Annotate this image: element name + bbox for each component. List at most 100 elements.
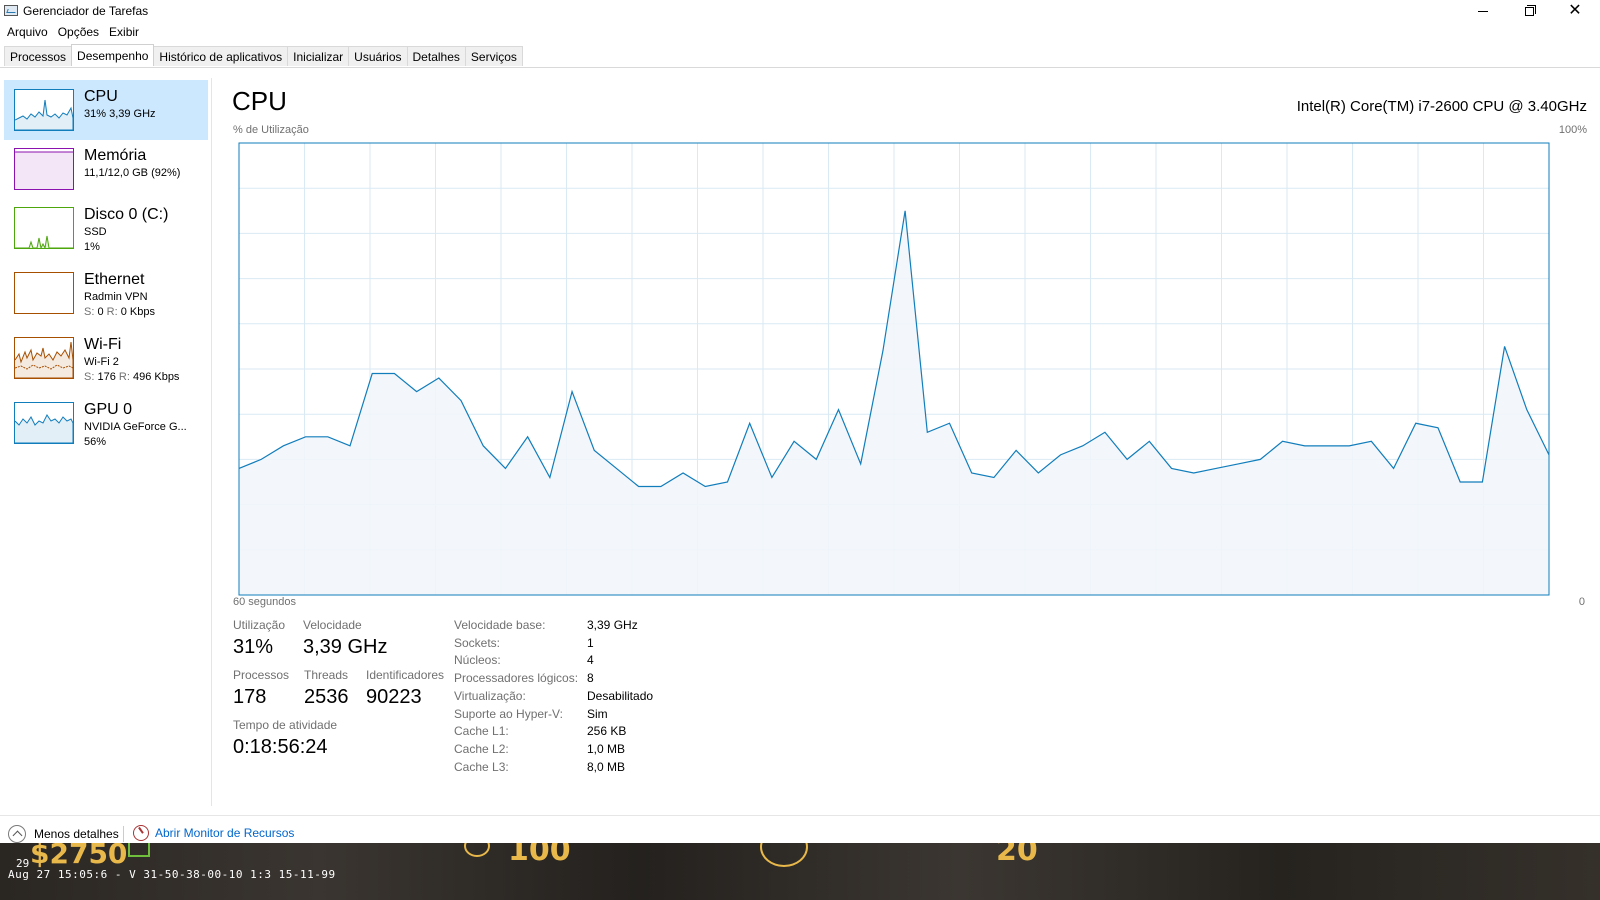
stat-utilizacao-label: Utilização [233,618,286,632]
info-key: Sockets: [454,635,501,650]
resource-monitor-label: Abrir Monitor de Recursos [155,826,295,840]
footer-separator [123,826,124,842]
sidebar-disco-title: Disco 0 (C:) [84,206,169,223]
info-value: Sim [587,706,608,721]
crosshair-emblem-icon [760,843,808,867]
stat-processos-label: Processos [233,668,290,682]
sidebar-ethernet-title: Ethernet [84,271,145,288]
minimize-icon [1478,10,1488,12]
cpu-thumbnail-graph [14,89,74,131]
wifi-thumbnail-graph [14,337,74,379]
sidebar-item-cpu[interactable]: CPU 31% 3,39 GHz [4,80,208,140]
info-value: 8,0 MB [587,759,626,774]
sidebar-wifi-title: Wi-Fi [84,336,122,353]
info-value: 256 KB [587,724,627,739]
info-row: Cache L3: 8,0 MB [454,760,854,778]
cpu-model-name: Intel(R) Core(TM) i7-2600 CPU @ 3.40GHz [1296,98,1587,115]
chart-x-end-label: 0 [1578,596,1585,608]
menu-opcoes[interactable]: Opções [58,22,107,42]
stat-identificadores-label: Identificadores [366,668,445,682]
sidebar-item-ethernet[interactable]: Ethernet Radmin VPN S: 0 R: 0 Kbps [4,263,208,323]
restore-button[interactable] [1506,0,1552,22]
hud-money: $2750 [30,843,128,870]
task-manager-icon [4,5,18,16]
chart-y-label: % de Utilização [233,124,309,136]
ethernet-thumbnail-graph [14,272,74,314]
tab-divider [0,67,1600,68]
sidebar-wifi-adapter: Wi-Fi 2 [84,356,119,368]
sidebar-item-disco[interactable]: Disco 0 (C:) SSD 1% [4,198,208,258]
background-game-hud: $2750 100 20 29 Aug 27 15:05:6 - V 31-50… [0,843,1600,900]
tab-servicos[interactable]: Serviços [464,46,523,66]
stat-threads: Threads 2536 [304,668,349,709]
info-row: Virtualização: Desabilitado [454,689,854,707]
sidebar-ethernet-adapter: Radmin VPN [84,291,148,303]
info-key: Núcleos: [454,653,501,668]
armor-icon [464,843,490,857]
info-value: 1 [587,635,594,650]
tab-historico[interactable]: Histórico de aplicativos [153,46,289,66]
info-key: Processadores lógicos: [454,671,579,686]
stat-tempo-label: Tempo de atividade [233,718,338,732]
tab-inicializar[interactable]: Inicializar [287,46,350,66]
sidebar-cpu-usage: 31% 3,39 GHz [84,108,156,120]
cpu-utilization-chart [238,142,1550,596]
resource-monitor-link[interactable]: Abrir Monitor de Recursos [133,825,294,841]
hud-ammo: 20 [996,843,1038,868]
info-value: 1,0 MB [587,741,626,756]
window-title: Gerenciador de Tarefas [23,4,149,18]
menu-exibir[interactable]: Exibir [109,22,147,42]
tab-detalhes[interactable]: Detalhes [406,46,466,66]
stat-velocidade: Velocidade 3,39 GHz [303,618,387,659]
resource-monitor-icon [133,825,149,841]
gpu-thumbnail-graph [14,402,74,444]
sidebar-cpu-title: CPU [84,88,118,105]
less-details-button[interactable]: Menos detalhes [8,825,119,843]
stat-utilizacao: Utilização 31% [233,618,285,659]
info-value: Desabilitado [587,688,654,703]
minimize-button[interactable] [1460,0,1506,22]
sidebar-item-gpu[interactable]: GPU 0 NVIDIA GeForce G... 56% [4,393,208,453]
info-value: 8 [587,671,594,686]
stat-threads-label: Threads [304,668,349,682]
tab-desempenho[interactable]: Desempenho [71,44,155,66]
info-key: Cache L2: [454,741,509,756]
tab-processos[interactable]: Processos [4,46,73,66]
tab-usuarios[interactable]: Usuários [348,46,408,66]
info-key: Suporte ao Hyper-V: [454,706,563,721]
sidebar-wifi-throughput: S: 176 R: 496 Kbps [84,371,180,383]
info-row: Cache L2: 1,0 MB [454,742,854,760]
menu-arquivo[interactable]: Arquivo [7,22,56,42]
chart-y-max-label: 100% [1558,124,1587,136]
info-row: Processadores lógicos: 8 [454,671,854,689]
info-value: 3,39 GHz [587,618,638,632]
stat-velocidade-value: 3,39 GHz [303,636,388,658]
resource-sidebar: CPU 31% 3,39 GHz Memória 11,1/12,0 GB (9… [0,78,212,806]
info-key: Virtualização: [454,688,526,703]
sidebar-disco-usage: 1% [84,241,100,253]
info-row: Núcleos: 4 [454,653,854,671]
less-details-label: Menos detalhes [34,827,119,841]
page-title: CPU [232,86,287,116]
sidebar-item-memoria[interactable]: Memória 11,1/12,0 GB (92%) [4,139,208,199]
info-row: Velocidade base: 3,39 GHz [454,618,854,636]
stat-utilizacao-value: 31% [233,636,274,658]
disk-thumbnail-graph [14,207,74,249]
close-button[interactable]: ✕ [1552,0,1598,22]
stat-processos-value: 178 [233,686,267,708]
sidebar-ethernet-throughput: S: 0 R: 0 Kbps [84,306,155,318]
footer-bar: Menos detalhes Abrir Monitor de Recursos [0,815,1600,843]
shopping-cart-icon [128,843,150,857]
info-row: Cache L1: 256 KB [454,724,854,742]
title-bar: Gerenciador de Tarefas ✕ [0,0,1600,22]
stat-threads-value: 2536 [304,686,349,708]
sidebar-item-wifi[interactable]: Wi-Fi Wi-Fi 2 S: 176 R: 496 Kbps [4,328,208,388]
hud-status-line: Aug 27 15:05:6 - V 31-50-38-00-10 1:3 15… [8,868,336,881]
sidebar-gpu-title: GPU 0 [84,401,133,418]
sidebar-disco-type: SSD [84,226,107,238]
stat-identificadores: Identificadores 90223 [366,668,444,709]
close-icon: ✕ [1568,2,1582,19]
sidebar-memoria-usage: 11,1/12,0 GB (92%) [84,167,181,179]
info-row: Sockets: 1 [454,636,854,654]
restore-icon [1524,4,1536,16]
